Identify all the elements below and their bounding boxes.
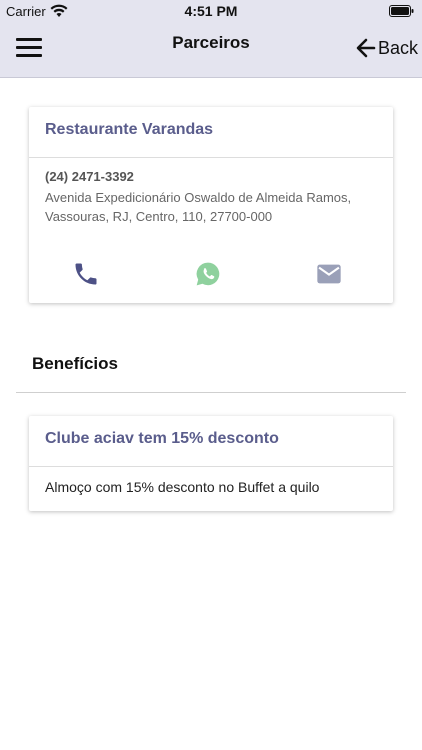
contact-actions: [29, 257, 393, 289]
back-button[interactable]: Back: [354, 34, 418, 62]
nav-header: Carrier 4:51 PM Parceiros Back: [0, 0, 422, 78]
partner-details: (24) 2471-3392 Avenida Expedicionário Os…: [29, 158, 393, 226]
partner-address: Avenida Expedicionário Oswaldo de Almeid…: [45, 190, 352, 224]
clock: 4:51 PM: [184, 3, 238, 19]
mail-icon[interactable]: [315, 260, 343, 288]
battery-icon: [389, 5, 414, 17]
back-label: Back: [377, 37, 418, 58]
benefit-description: Almoço com 15% desconto no Buffet a quil…: [45, 479, 320, 495]
partner-card: Restaurante Varandas (24) 2471-3392 Aven…: [29, 107, 393, 303]
menu-line-icon: [16, 54, 42, 57]
benefit-title: Clube aciav tem 15% desconto: [29, 416, 393, 467]
benefit-card[interactable]: Clube aciav tem 15% desconto Almoço com …: [29, 416, 393, 511]
phone-icon[interactable]: [72, 260, 100, 288]
arrow-left-icon: [356, 38, 376, 58]
benefits-heading: Benefícios: [32, 354, 118, 373]
whatsapp-icon[interactable]: [194, 260, 222, 288]
partner-phone[interactable]: (24) 2471-3392: [45, 169, 377, 184]
status-bar: Carrier 4:51 PM: [0, 0, 422, 22]
section-divider: [16, 392, 406, 393]
partner-name: Restaurante Varandas: [29, 107, 393, 158]
